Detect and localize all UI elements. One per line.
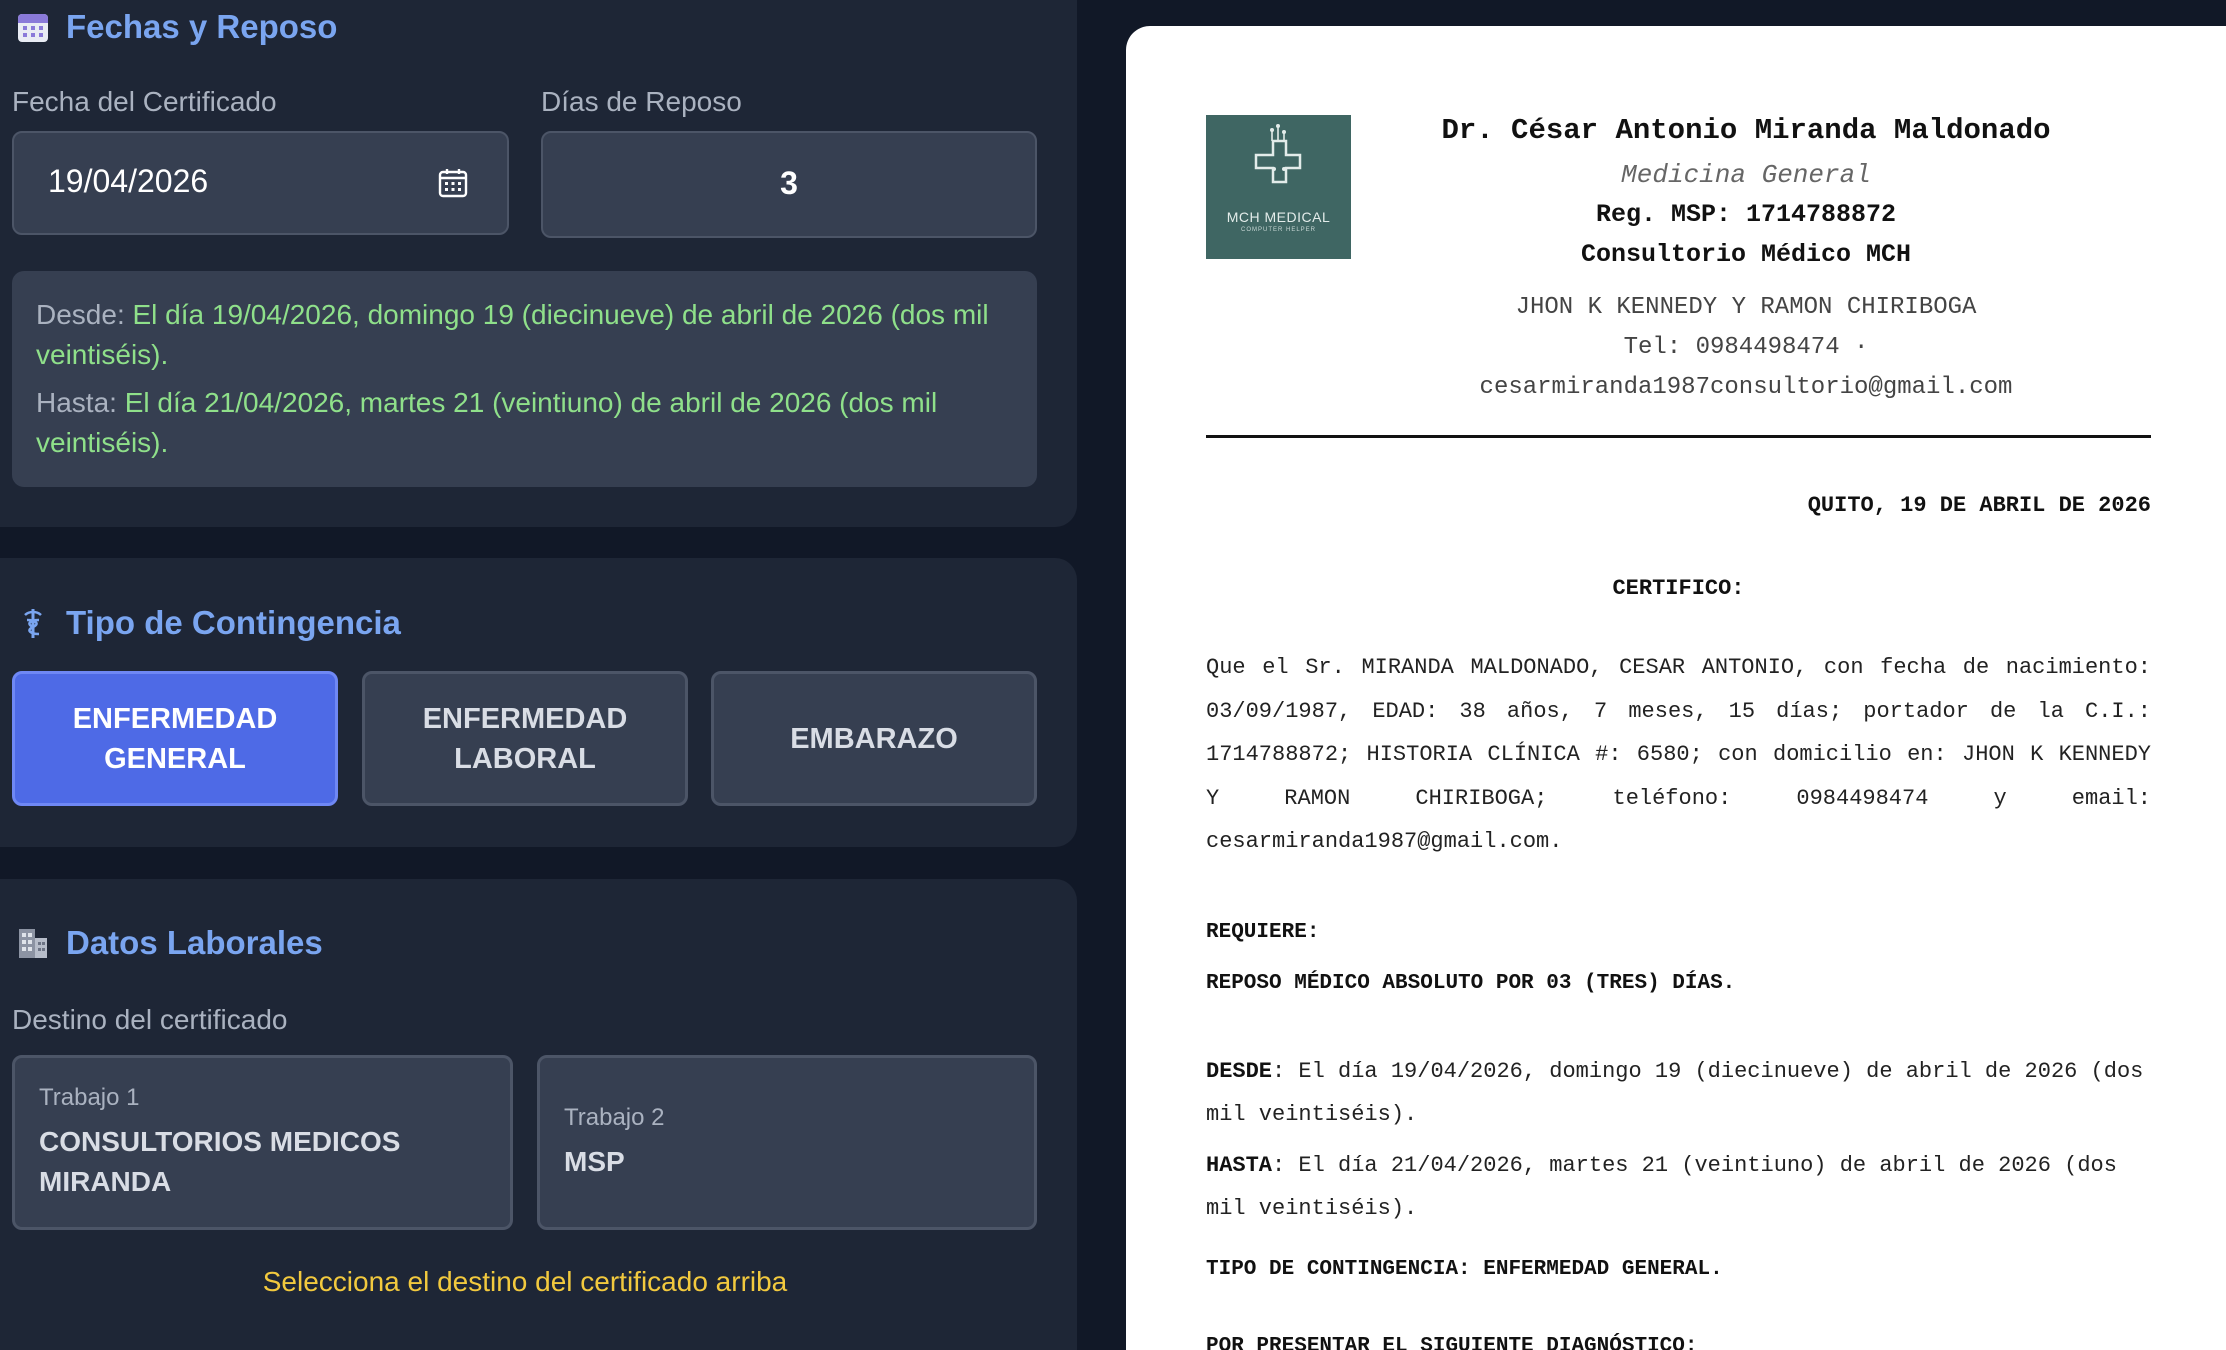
rest-days-input[interactable]: 3 [541, 131, 1037, 238]
header-divider [1206, 435, 2151, 438]
medical-cross-icon [1254, 124, 1302, 184]
office-address: JHON K KENNEDY Y RAMON CHIRIBOGA [1515, 294, 1977, 321]
contingency-option-enfermedad-general[interactable]: ENFERMEDAD GENERAL [12, 671, 338, 806]
clinic-logo: MCH MEDICAL COMPUTER HELPER [1206, 115, 1351, 259]
contingency-title-text: Tipo de Contingencia [66, 604, 401, 641]
doctor-registration: Reg. MSP: 1714788872 [1595, 200, 1897, 229]
doc-to-key: HASTA [1206, 1153, 1273, 1178]
doc-from-value: : El día 19/04/2026, domingo 19 (diecinu… [1206, 1059, 2144, 1127]
dates-title-text: Fechas y Reposo [66, 8, 338, 45]
office-contact: Tel: 0984498474 · cesarmiranda1987consul… [1479, 334, 2013, 401]
work-title-text: Datos Laborales [66, 924, 323, 961]
job-tag: Trabajo 2 [564, 1103, 665, 1131]
calendar-picker-icon[interactable] [437, 167, 469, 199]
doc-from-key: DESDE [1206, 1059, 1273, 1084]
form-panel: Fechas y Reposo Fecha del Certificado Dí… [0, 0, 1077, 1350]
logo-subtext: COMPUTER HELPER [1240, 227, 1316, 233]
range-from-value: El día 19/04/2026, domingo 19 (diecinuev… [36, 299, 989, 370]
dates-card: Fechas y Reposo Fecha del Certificado Dí… [0, 0, 1077, 527]
office-name: Consultorio Médico MCH [1580, 240, 1912, 269]
requires-title: REQUIERE: [1206, 921, 1320, 944]
calendar-icon [18, 14, 48, 42]
cert-date-label: Fecha del Certificado [12, 86, 277, 117]
logo-text: MCH MEDICAL [1226, 209, 1331, 225]
job-option-2[interactable]: Trabajo 2 MSP [537, 1055, 1037, 1230]
contingency-option-enfermedad-laboral[interactable]: ENFERMEDAD LABORAL [362, 671, 688, 806]
cert-date-input[interactable]: 19/04/2026 [12, 131, 509, 235]
option-label-line1: ENFERMEDAD [72, 702, 278, 735]
work-section-title: Datos Laborales [16, 924, 323, 962]
option-label-line1: ENFERMEDAD [422, 702, 628, 735]
job-option-1[interactable]: Trabajo 1 CONSULTORIOS MEDICOS MIRANDA [12, 1055, 513, 1230]
rest-days-value: 3 [780, 165, 798, 201]
cert-date-value: 19/04/2026 [48, 163, 209, 199]
certificate-preview: MCH MEDICAL COMPUTER HELPER Dr. César An… [1126, 26, 2226, 1350]
certificate-title: CERTIFICO: [1612, 576, 1745, 601]
office-building-icon [19, 929, 47, 958]
destination-hint: Selecciona el destino del certificado ar… [262, 1266, 788, 1297]
doc-from-line: DESDE: El día 19/04/2026, domingo 19 (di… [1206, 1050, 2151, 1136]
range-from-line: Desde: El día 19/04/2026, domingo 19 (di… [36, 295, 1013, 375]
rest-statement: REPOSO MÉDICO ABSOLUTO POR 03 (TRES) DÍA… [1206, 972, 1736, 995]
office-address-block: JHON K KENNEDY Y RAMON CHIRIBOGA Tel: 09… [1396, 288, 2096, 408]
range-from-key: Desde: [36, 299, 125, 330]
diagnosis-title: POR PRESENTAR EL SIGUIENTE DIAGNÓSTICO: [1206, 1335, 1698, 1350]
dates-section-title: Fechas y Reposo [16, 8, 337, 46]
doctor-specialty: Medicina General [1621, 160, 1871, 190]
rest-days-label: Días de Reposo [541, 86, 742, 117]
option-label-line2: LABORAL [454, 742, 596, 775]
option-label-line1: EMBARAZO [790, 722, 958, 755]
job-name: MSP [564, 1145, 625, 1177]
rest-range-summary: Desde: El día 19/04/2026, domingo 19 (di… [12, 271, 1037, 487]
contingency-line: TIPO DE CONTINGENCIA: ENFERMEDAD GENERAL… [1206, 1258, 1723, 1281]
certificate-body: Que el Sr. MIRANDA MALDONADO, CESAR ANTO… [1206, 655, 2151, 854]
range-to-line: Hasta: El día 21/04/2026, martes 21 (vei… [36, 383, 1013, 463]
place-date: QUITO, 19 DE ABRIL DE 2026 [1807, 493, 2151, 518]
job-tag: Trabajo 1 [39, 1083, 140, 1111]
range-to-value: El día 21/04/2026, martes 21 (veintiuno)… [36, 387, 938, 458]
doctor-name: Dr. César Antonio Miranda Maldonado [1441, 114, 2051, 147]
contingency-option-embarazo[interactable]: EMBARAZO [711, 671, 1037, 806]
doc-to-value: : El día 21/04/2026, martes 21 (veintiun… [1206, 1153, 2117, 1221]
destination-label: Destino del certificado [12, 1004, 288, 1035]
range-to-key: Hasta: [36, 387, 117, 418]
contingency-section-title: Tipo de Contingencia [16, 604, 401, 642]
job-name: CONSULTORIOS MEDICOS MIRANDA [39, 1125, 401, 1197]
option-label-line2: GENERAL [104, 742, 246, 775]
doc-to-line: HASTA: El día 21/04/2026, martes 21 (vei… [1206, 1144, 2151, 1230]
caduceus-icon [24, 609, 42, 638]
